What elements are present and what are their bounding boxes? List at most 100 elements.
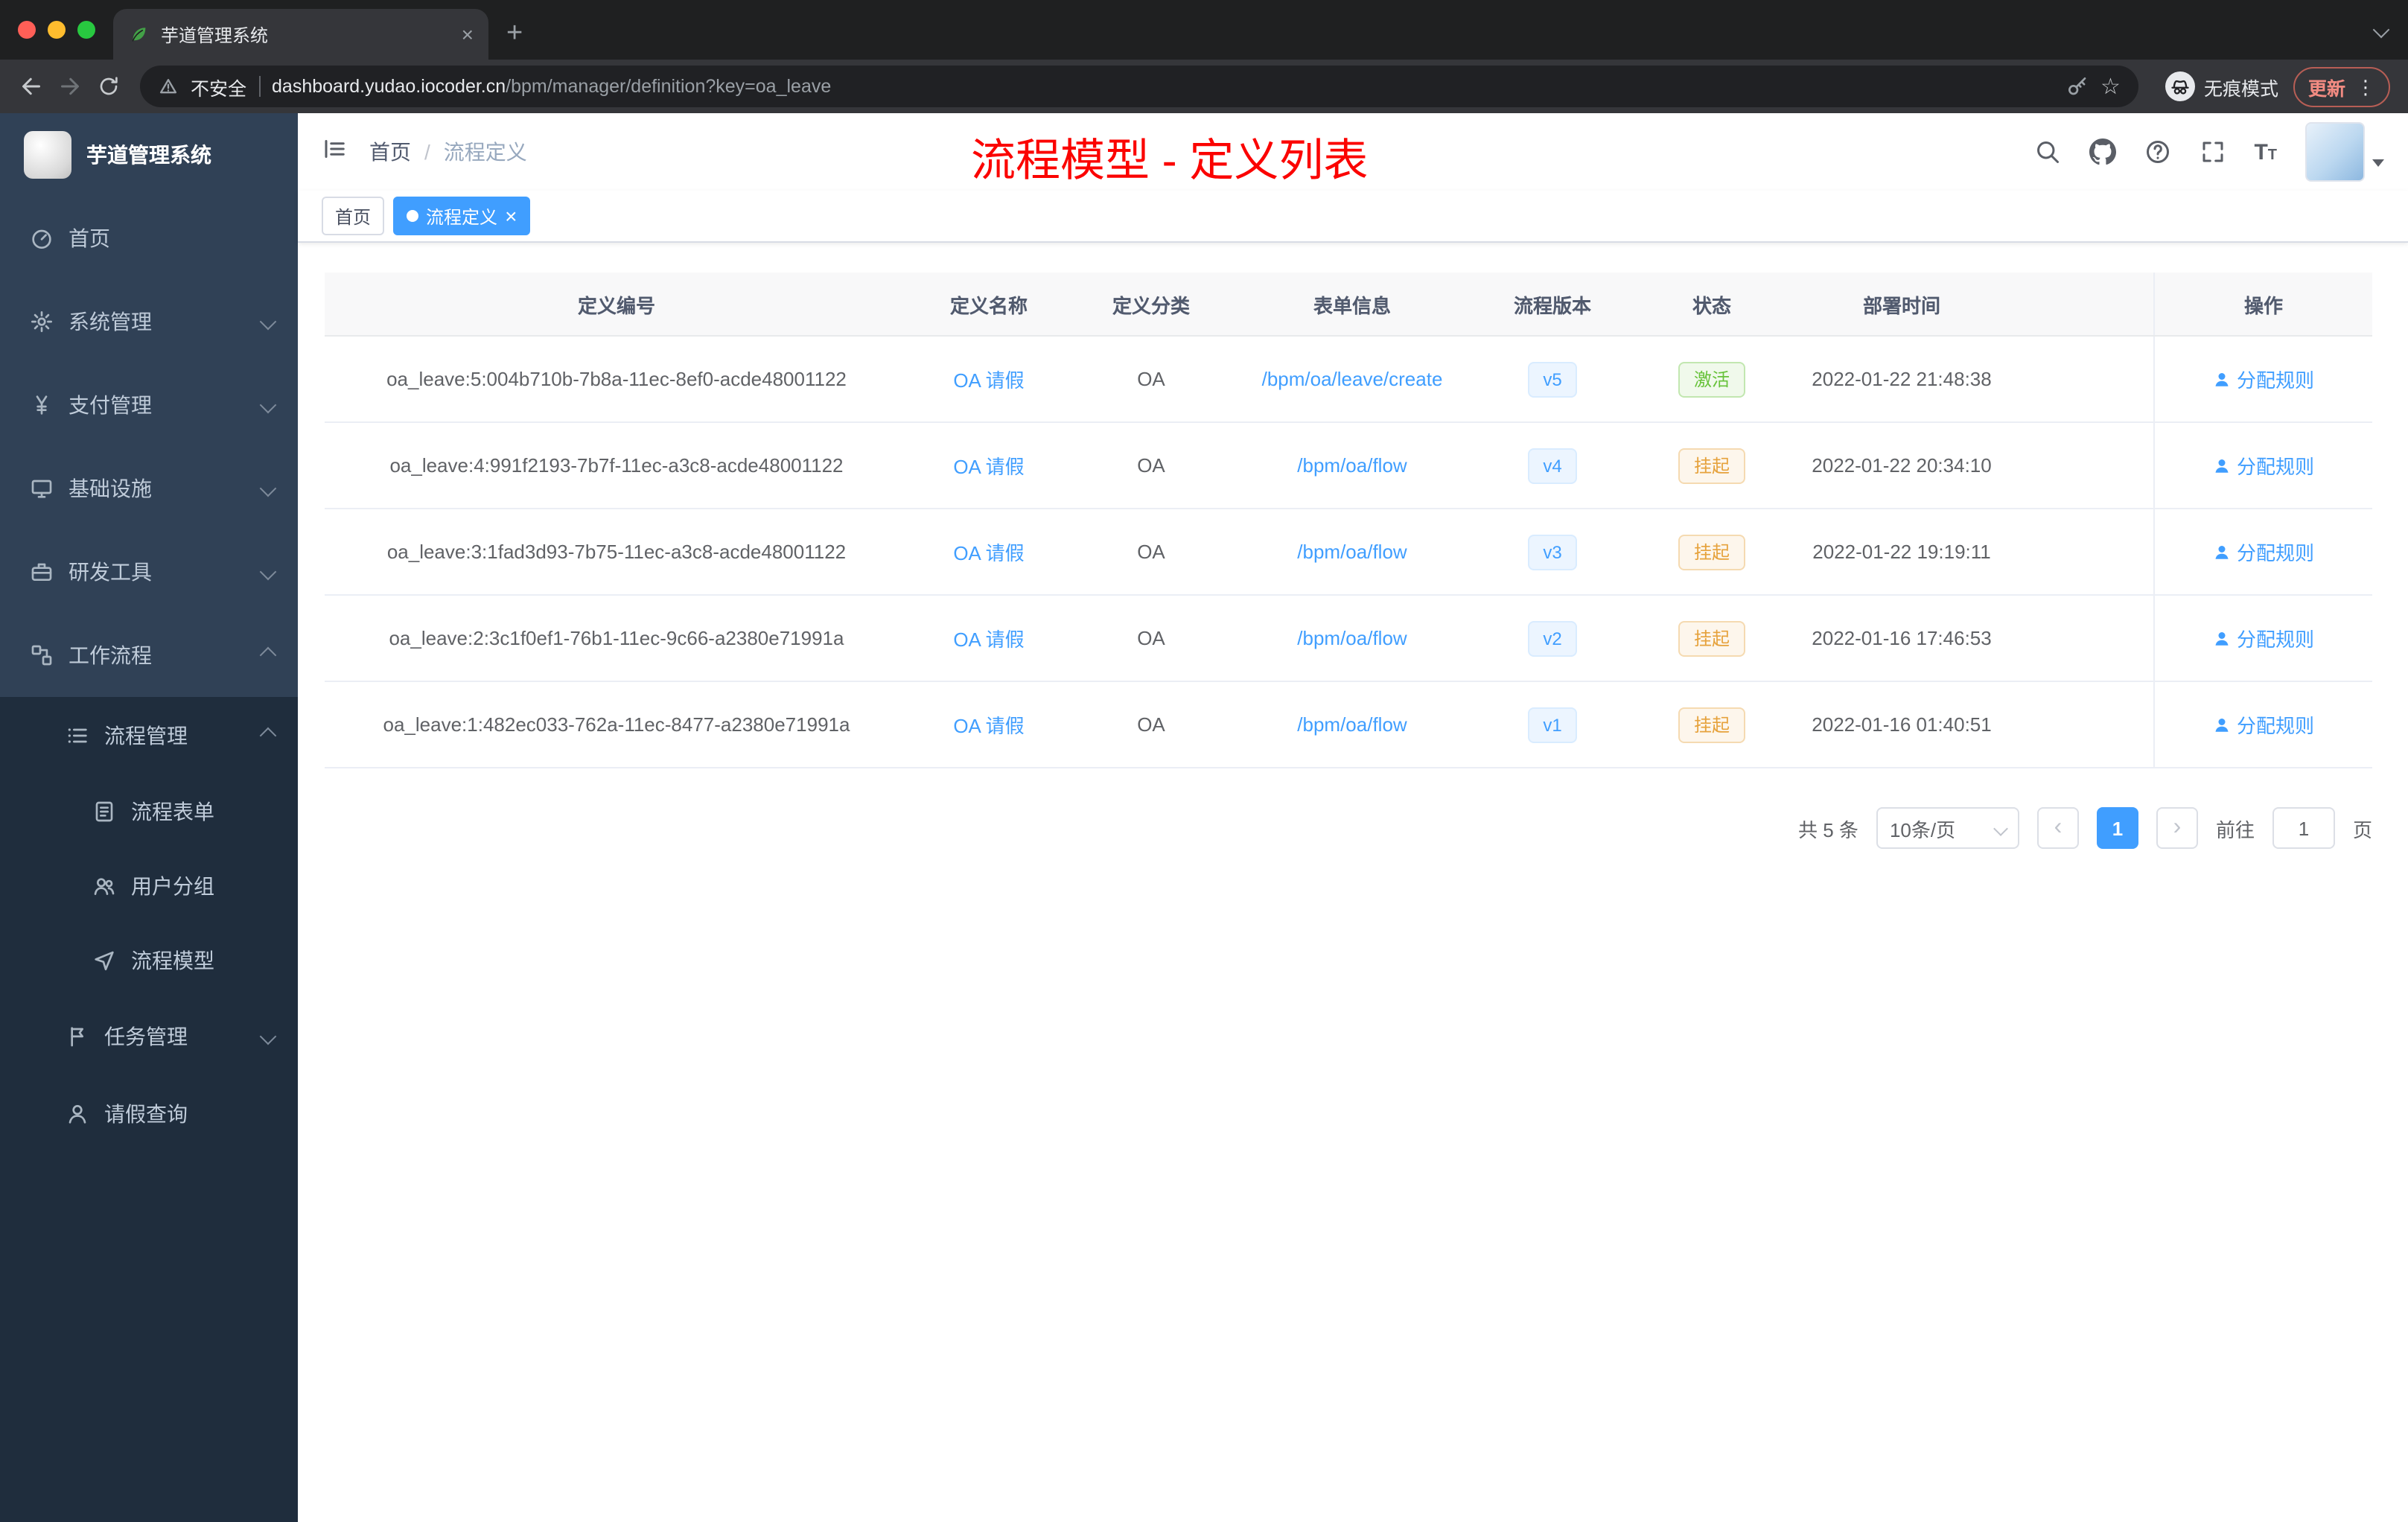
search-icon[interactable] xyxy=(2033,138,2060,165)
sidebar: 芋道管理系统 首页 系统管理 支付管理 基础设施 研发工具 工作流程 流程管理 … xyxy=(0,113,298,1522)
forward-icon xyxy=(57,73,83,100)
form-link[interactable]: /bpm/oa/flow xyxy=(1297,627,1407,649)
assign-rule-link[interactable]: 分配规则 xyxy=(2213,538,2314,566)
fullscreen-icon[interactable] xyxy=(2199,138,2226,165)
github-icon[interactable] xyxy=(2089,138,2115,165)
maximize-window-button[interactable] xyxy=(77,21,95,39)
definition-name-link[interactable]: OA 请假 xyxy=(953,451,1024,480)
assign-rule-label: 分配规则 xyxy=(2236,456,2314,478)
reload-button[interactable] xyxy=(89,67,128,106)
definition-category: OA xyxy=(1137,368,1165,390)
definition-name-link[interactable]: OA 请假 xyxy=(953,710,1024,739)
minimize-window-button[interactable] xyxy=(48,21,66,39)
chevron-icon xyxy=(259,313,277,331)
sidebar-item[interactable]: 流程模型 xyxy=(0,923,298,998)
definition-id: oa_leave:3:1fad3d93-7b75-11ec-a3c8-acde4… xyxy=(386,541,847,563)
form-link[interactable]: /bpm/oa/leave/create xyxy=(1262,368,1443,390)
sidebar-fold-button[interactable] xyxy=(322,135,348,169)
sidebar-item-label: 系统管理 xyxy=(69,310,152,334)
version-tag: v3 xyxy=(1528,534,1577,570)
definition-name-link[interactable]: OA 请假 xyxy=(953,365,1024,393)
assign-rule-label: 分配规则 xyxy=(2236,715,2314,737)
sidebar-item[interactable]: 工作流程 xyxy=(0,614,298,697)
definition-category: OA xyxy=(1137,713,1165,736)
current-page-button[interactable]: 1 xyxy=(2096,807,2138,849)
sidebar-item[interactable]: 流程表单 xyxy=(0,774,298,849)
assign-rule-link[interactable]: 分配规则 xyxy=(2213,451,2314,480)
status-badge: 激活 xyxy=(1678,361,1745,397)
security-label[interactable]: 不安全 xyxy=(191,72,246,101)
goto-label: 前往 xyxy=(2215,818,2255,841)
sidebar-item[interactable]: 请假查询 xyxy=(0,1075,298,1153)
help-icon[interactable] xyxy=(2144,138,2170,165)
close-window-button[interactable] xyxy=(18,21,36,39)
definition-name-link[interactable]: OA 请假 xyxy=(953,538,1024,566)
sidebar-item-label: 用户分组 xyxy=(131,874,214,898)
sidebar-item[interactable]: 任务管理 xyxy=(0,998,298,1075)
app-title: 芋道管理系统 xyxy=(86,143,211,167)
bookmark-star-icon[interactable]: ☆ xyxy=(2100,75,2121,98)
main-area: 流程模型 - 定义列表 首页 / 流程定义 TT 首页 流程定义 × 定义编号 … xyxy=(298,113,2408,1522)
incognito-label: 无痕模式 xyxy=(2203,78,2278,99)
sidebar-item[interactable]: 研发工具 xyxy=(0,530,298,614)
forward-button[interactable] xyxy=(51,67,89,106)
sidebar-item[interactable]: 首页 xyxy=(0,197,298,280)
divider xyxy=(258,76,261,97)
definition-category: OA xyxy=(1137,454,1165,477)
update-chip[interactable]: 更新 ⋮ xyxy=(2293,66,2390,106)
assign-rule-link[interactable]: 分配规则 xyxy=(2213,710,2314,739)
assign-rule-link[interactable]: 分配规则 xyxy=(2213,624,2314,652)
user-avatar-menu[interactable] xyxy=(2305,122,2384,182)
next-page-button[interactable]: › xyxy=(2156,807,2198,849)
sidebar-item[interactable]: 基础设施 xyxy=(0,447,298,530)
tab-close-icon[interactable]: × xyxy=(462,24,474,45)
workflow-icon xyxy=(30,643,54,667)
browser-menu-icon[interactable]: ⋮ xyxy=(2356,77,2375,96)
page-size-select[interactable]: 10条/页 xyxy=(1876,807,2019,849)
close-icon[interactable]: × xyxy=(505,206,517,226)
sidebar-item[interactable]: 用户分组 xyxy=(0,849,298,923)
incognito-badge: 无痕模式 xyxy=(2165,71,2278,101)
tag[interactable]: 首页 × xyxy=(322,197,385,235)
definition-id: oa_leave:1:482ec033-762a-11ec-8477-a2380… xyxy=(383,713,850,736)
goto-page-input[interactable] xyxy=(2272,807,2335,849)
font-size-icon[interactable]: TT xyxy=(2254,141,2277,163)
table-header: 定义编号 定义名称 定义分类 表单信息 流程版本 状态 部署时间 操作 xyxy=(325,273,2372,337)
address-bar[interactable]: 不安全 dashboard.yudao.iocoder.cn/bpm/manag… xyxy=(140,66,2138,107)
form-link[interactable]: /bpm/oa/flow xyxy=(1297,541,1407,563)
definition-name-link[interactable]: OA 请假 xyxy=(953,624,1024,652)
sidebar-item[interactable]: 流程管理 xyxy=(0,697,298,774)
prev-page-button[interactable]: ‹ xyxy=(2036,807,2079,849)
tools-icon xyxy=(30,560,54,584)
column-header: 定义编号 xyxy=(577,294,655,316)
tab-search-chevron-icon[interactable] xyxy=(2372,21,2390,39)
incognito-spy-icon xyxy=(2170,76,2191,97)
task-icon xyxy=(66,1025,89,1048)
back-button[interactable] xyxy=(12,67,51,106)
annotation-title: 流程模型 - 定义列表 xyxy=(971,137,1369,186)
sidebar-item-label: 流程管理 xyxy=(104,724,188,748)
form-link[interactable]: /bpm/oa/flow xyxy=(1297,454,1407,477)
key-icon[interactable] xyxy=(2065,74,2089,98)
breadcrumb-home[interactable]: 首页 xyxy=(369,137,411,167)
browser-tab[interactable]: 芋道管理系统 × xyxy=(113,9,488,60)
deploy-time: 2022-01-16 17:46:53 xyxy=(1812,627,1992,649)
user-icon xyxy=(2213,370,2231,388)
definition-category: OA xyxy=(1137,627,1165,649)
user-icon xyxy=(2213,629,2231,647)
new-tab-button[interactable]: + xyxy=(506,18,523,51)
sidebar-item[interactable]: 系统管理 xyxy=(0,280,298,363)
user-icon xyxy=(66,1102,89,1126)
deploy-time: 2022-01-22 21:48:38 xyxy=(1812,368,1992,390)
warning-icon xyxy=(158,76,179,97)
form-link[interactable]: /bpm/oa/flow xyxy=(1297,713,1407,736)
column-header: 定义名称 xyxy=(949,294,1028,316)
user-icon xyxy=(2213,716,2231,733)
tag-dot xyxy=(407,210,419,222)
assign-rule-link[interactable]: 分配规则 xyxy=(2213,365,2314,393)
sidebar-item-label: 任务管理 xyxy=(104,1025,188,1048)
pagination: 共 5 条 10条/页 ‹ 1 › 前往 页 xyxy=(325,807,2372,849)
tag[interactable]: 流程定义 × xyxy=(393,197,531,235)
column-header: 定义分类 xyxy=(1112,294,1190,316)
sidebar-item[interactable]: 支付管理 xyxy=(0,363,298,447)
